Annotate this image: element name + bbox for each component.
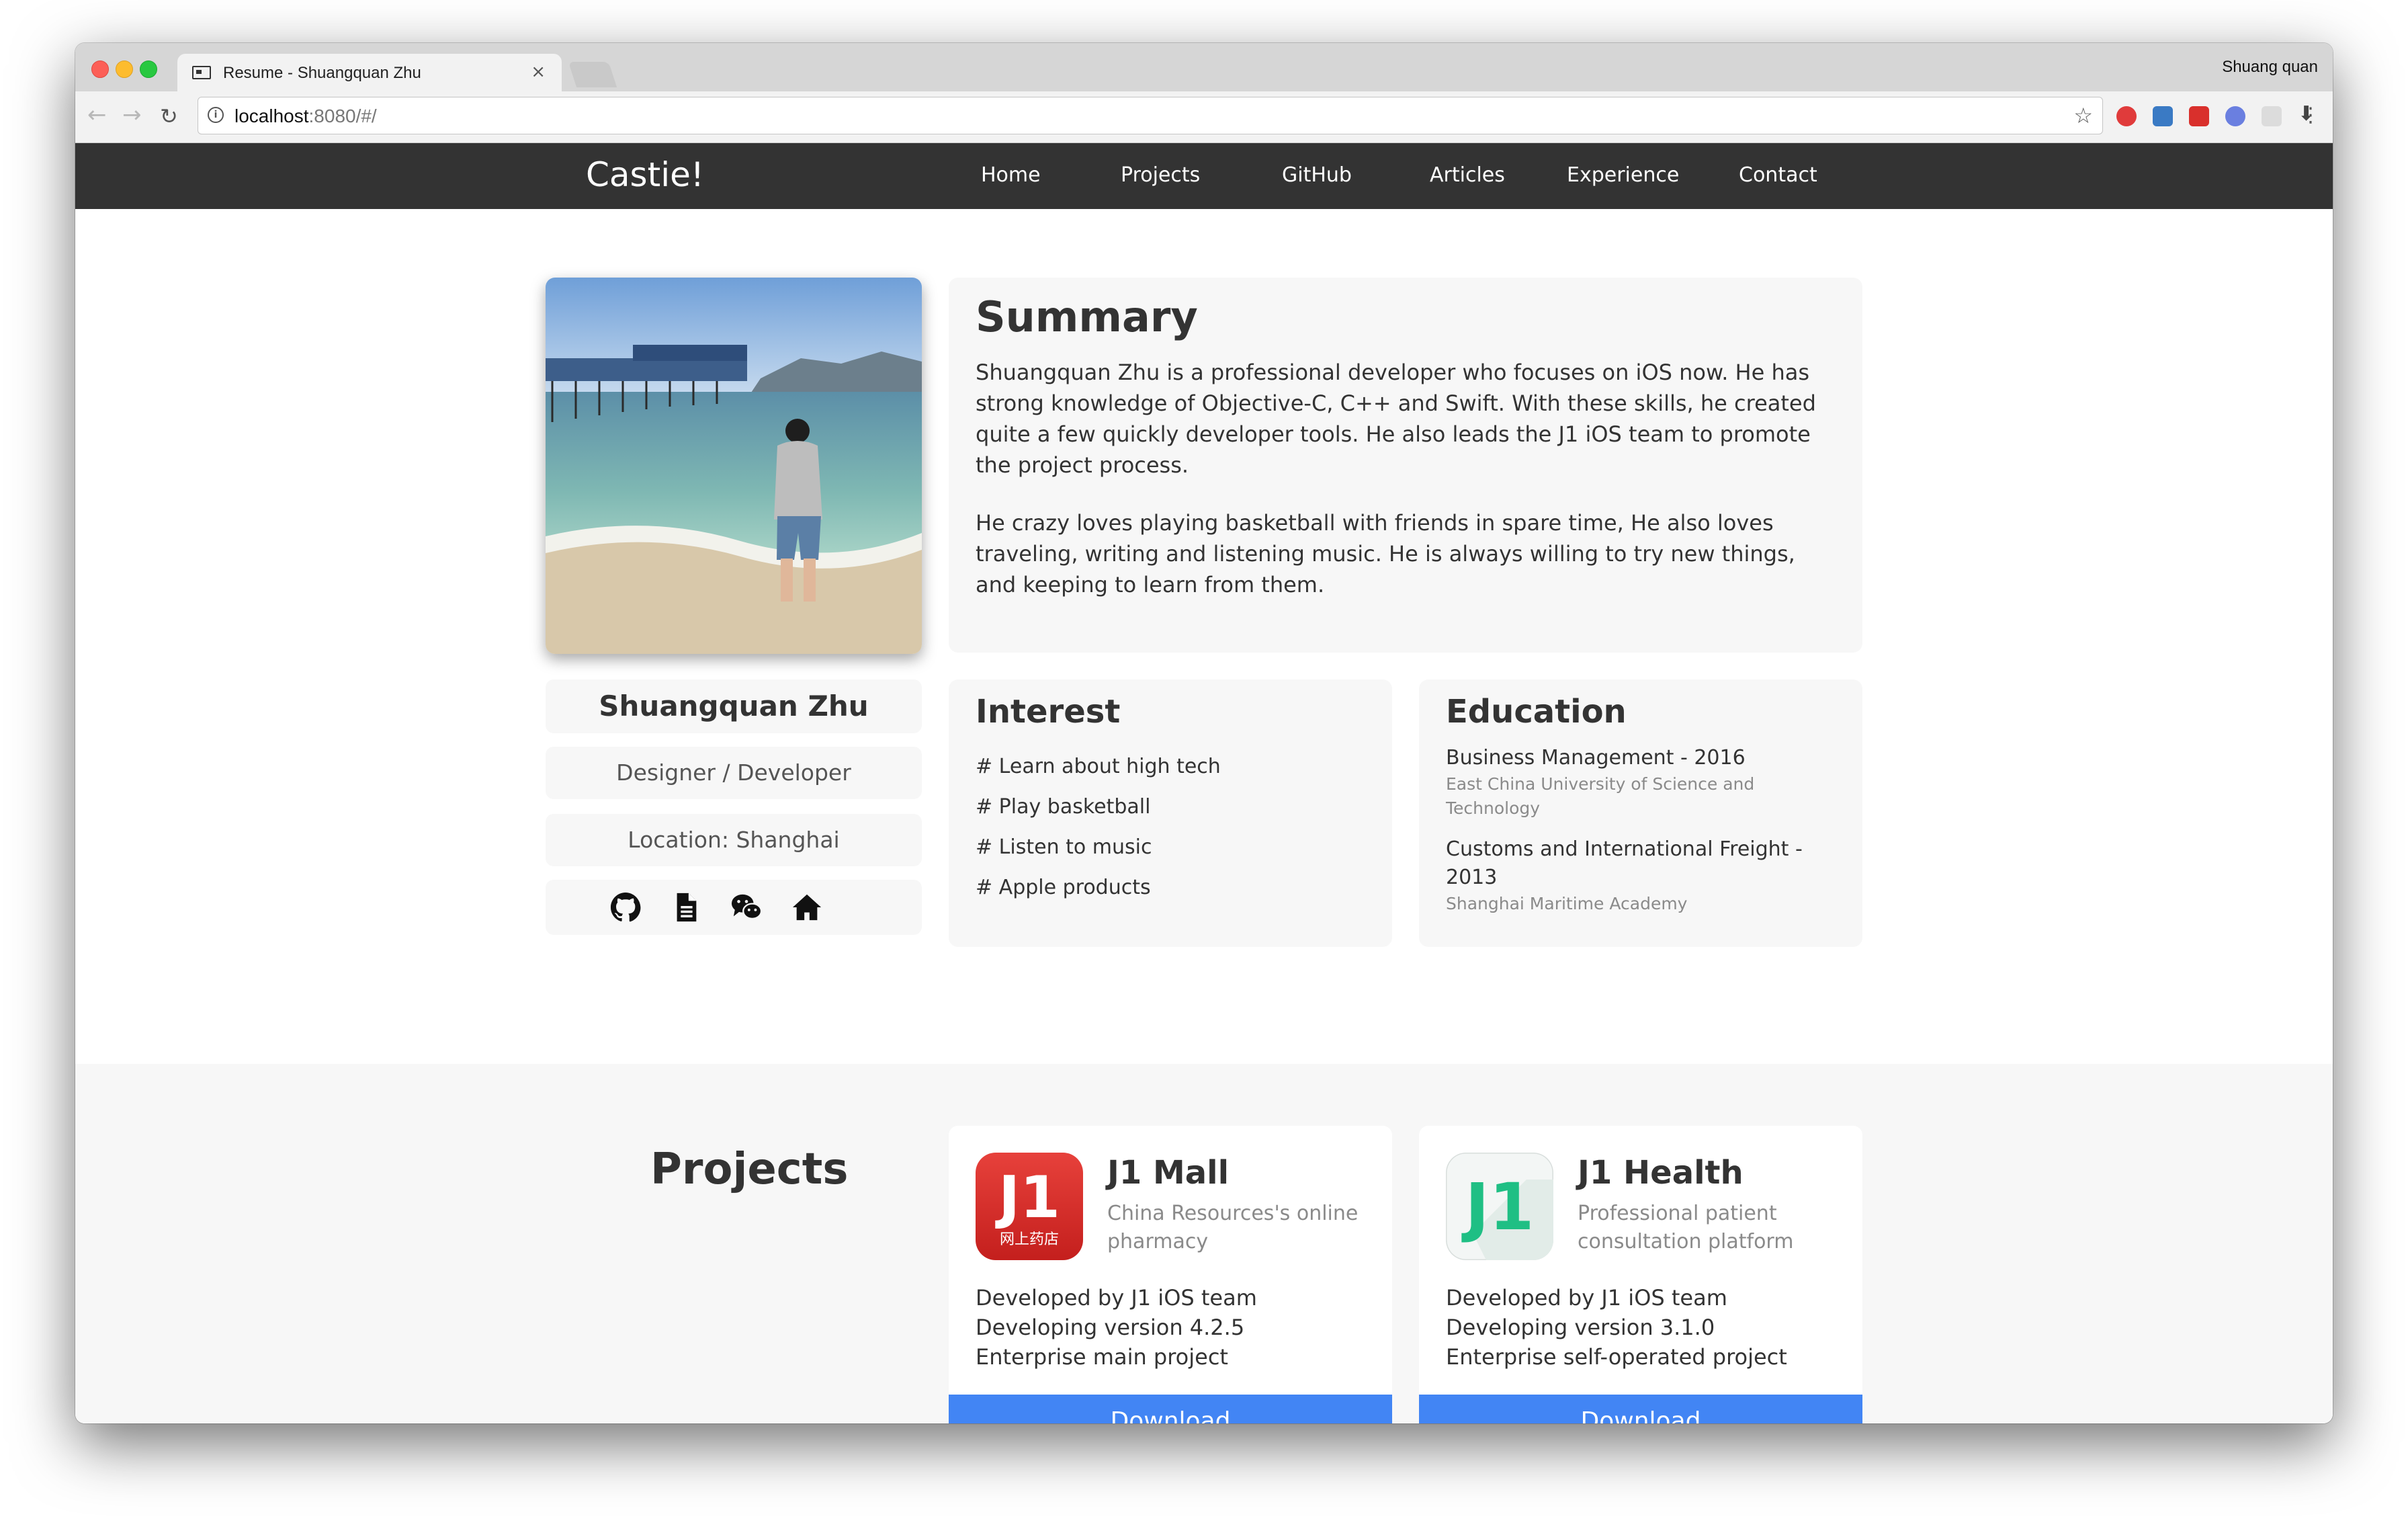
project-card: J1 J1 Health Professional patient consul… <box>1419 1126 1862 1423</box>
app-icon-text: J1 <box>995 1164 1060 1231</box>
url-path: :8080/#/ <box>308 106 377 126</box>
tab-close-icon[interactable]: × <box>531 62 546 82</box>
nav-projects[interactable]: Projects <box>1121 163 1200 187</box>
project-description: Professional patient consultation platfo… <box>1578 1202 1794 1253</box>
back-arrow-icon[interactable]: ← <box>87 104 107 126</box>
minimize-window-button[interactable] <box>116 60 133 78</box>
download-button[interactable]: Download <box>949 1395 1392 1423</box>
interest-list: # Learn about high tech # Play basketbal… <box>976 747 1221 908</box>
interest-card: Interest # Learn about high tech # Play … <box>949 679 1392 947</box>
site-navbar: Castie! Home Projects GitHub Articles Ex… <box>75 143 2333 209</box>
grid-extension-icon[interactable] <box>2262 106 2282 126</box>
browser-menu-icon[interactable]: ⋮ <box>2300 104 2321 127</box>
browser-tab[interactable]: Resume - Shuangquan Zhu × <box>177 54 562 91</box>
download-button[interactable]: Download <box>1419 1395 1862 1423</box>
wechat-icon[interactable] <box>731 892 762 923</box>
project-detail-line: Enterprise self-operated project <box>1446 1344 1787 1370</box>
project-name: J1 Mall <box>1107 1154 1230 1192</box>
project-description: China Resources's online pharmacy <box>1107 1202 1359 1253</box>
education-item: Business Management - 2016 East China Un… <box>1446 744 1849 821</box>
page-favicon-icon <box>192 66 211 79</box>
education-degree: Customs and International Freight - 2013 <box>1446 837 1803 889</box>
blue-extension-icon[interactable] <box>2225 106 2245 126</box>
project-card: J1 网上药店 J1 Mall China Resources's online… <box>949 1126 1392 1423</box>
close-window-button[interactable] <box>91 60 109 78</box>
opera-extension-icon[interactable] <box>2116 106 2137 126</box>
education-title: Education <box>1446 693 1627 731</box>
site-info-icon[interactable]: i <box>208 107 224 123</box>
summary-paragraph: Shuangquan Zhu is a professional develop… <box>976 360 1816 478</box>
education-card: Education Business Management - 2016 Eas… <box>1419 679 1862 947</box>
screenshot-extension-icon[interactable] <box>2153 106 2173 126</box>
url-host: localhost <box>234 106 309 126</box>
project-details: Developed by J1 iOS team Developing vers… <box>976 1283 1257 1372</box>
nav-home[interactable]: Home <box>981 163 1041 187</box>
interest-title: Interest <box>976 693 1121 731</box>
project-detail-line: Developing version 3.1.0 <box>1446 1315 1715 1340</box>
profile-location: Location: Shanghai <box>546 814 922 866</box>
bookmark-star-icon[interactable]: ☆ <box>2073 103 2093 128</box>
app-icon-subtext: 网上药店 <box>1000 1231 1059 1248</box>
project-details: Developed by J1 iOS team Developing vers… <box>1446 1283 1787 1372</box>
tab-strip: Resume - Shuangquan Zhu × Shuang quan <box>75 43 2333 91</box>
list-item: # Learn about high tech <box>976 755 1221 778</box>
profile-photo <box>546 278 922 654</box>
project-name: J1 Health <box>1578 1154 1744 1192</box>
new-tab-button[interactable] <box>568 62 617 87</box>
summary-title: Summary <box>976 292 1198 341</box>
reload-icon[interactable]: ↻ <box>160 105 178 128</box>
education-school: Shanghai Maritime Academy <box>1446 894 1688 913</box>
education-school: East China University of Science and Tec… <box>1446 774 1755 818</box>
summary-card: Summary Shuangquan Zhu is a professional… <box>949 278 1862 653</box>
home-icon[interactable] <box>791 892 822 923</box>
j1-health-app-icon: J1 <box>1446 1153 1553 1260</box>
social-links <box>546 880 922 935</box>
list-item: # Listen to music <box>976 835 1152 859</box>
fe-extension-icon[interactable] <box>2189 106 2209 126</box>
project-detail-line: Developing version 4.2.5 <box>976 1315 1245 1340</box>
list-item: # Apple products <box>976 876 1151 899</box>
app-icon-text: J1 <box>1461 1169 1535 1245</box>
project-detail-line: Developed by J1 iOS team <box>1446 1285 1727 1311</box>
profile-role: Designer / Developer <box>546 747 922 799</box>
nav-github[interactable]: GitHub <box>1282 163 1352 187</box>
forward-arrow-icon[interactable]: → <box>122 104 142 126</box>
url-text[interactable]: localhost:8080/#/ <box>234 106 377 127</box>
education-degree: Business Management - 2016 <box>1446 746 1746 770</box>
browser-toolbar: ← → ↻ i localhost:8080/#/ ☆ ⋮ <box>75 91 2333 143</box>
projects-title: Projects <box>650 1145 849 1194</box>
nav-experience[interactable]: Experience <box>1567 163 1679 187</box>
j1-mall-app-icon: J1 网上药店 <box>976 1153 1083 1260</box>
page-viewport: Castie! Home Projects GitHub Articles Ex… <box>75 143 2333 1423</box>
maximize-window-button[interactable] <box>140 60 157 78</box>
projects-section: Projects J1 网上药店 J1 Mall China Resources… <box>75 1064 2333 1423</box>
document-icon[interactable] <box>671 892 701 923</box>
tab-title: Resume - Shuangquan Zhu <box>223 64 421 82</box>
site-brand[interactable]: Castie! <box>586 155 704 194</box>
project-detail-line: Developed by J1 iOS team <box>976 1285 1257 1311</box>
nav-contact[interactable]: Contact <box>1739 163 1817 187</box>
summary-paragraph: He crazy loves playing basketball with f… <box>976 510 1795 597</box>
education-item: Customs and International Freight - 2013… <box>1446 835 1849 916</box>
profile-name: Shuangquan Zhu <box>546 679 922 733</box>
address-bar[interactable]: i localhost:8080/#/ ☆ <box>198 97 2103 134</box>
github-icon[interactable] <box>610 892 641 923</box>
profile-name[interactable]: Shuang quan <box>2222 58 2318 77</box>
list-item: # Play basketball <box>976 795 1151 819</box>
browser-window: Resume - Shuangquan Zhu × Shuang quan ← … <box>75 43 2333 1423</box>
nav-articles[interactable]: Articles <box>1430 163 1505 187</box>
project-detail-line: Enterprise main project <box>976 1344 1228 1370</box>
